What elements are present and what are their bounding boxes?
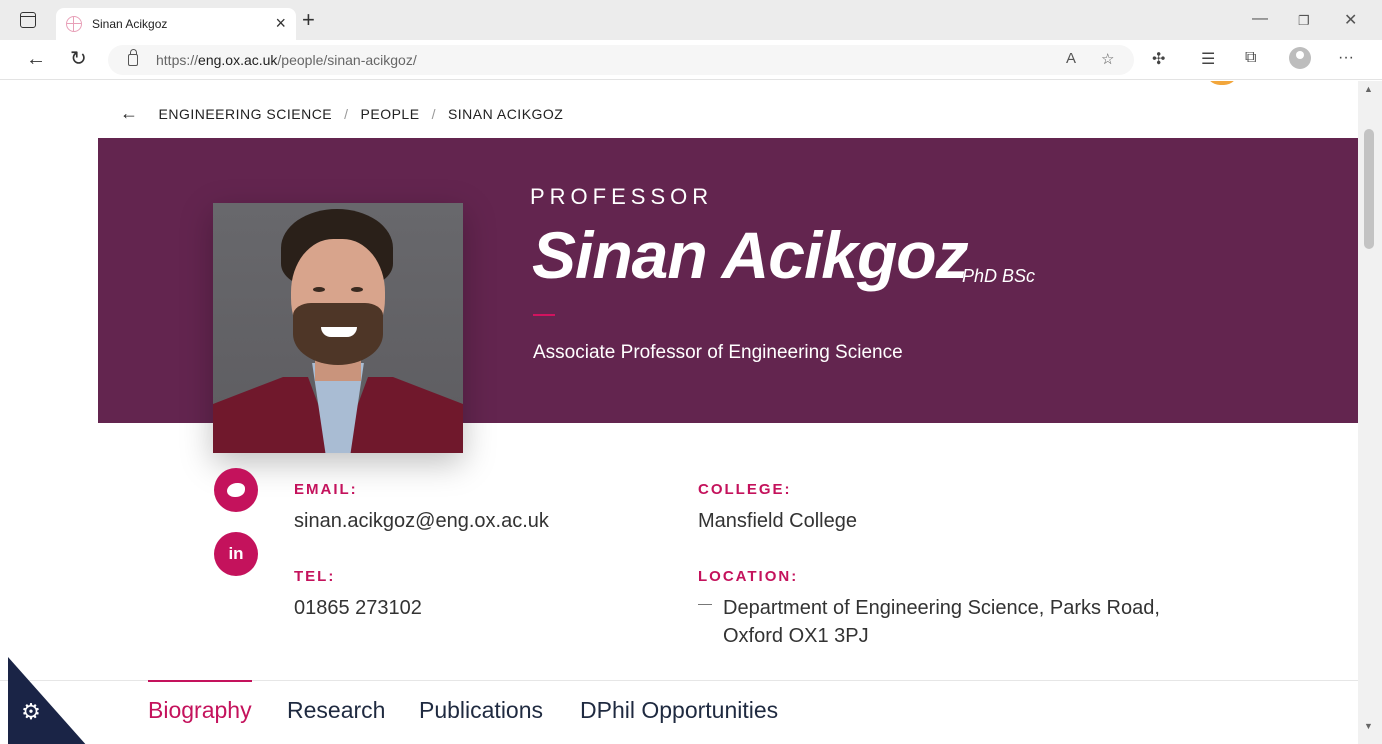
browser-tab-bar: Sinan Acikgoz × + — ❐ ✕ [0,0,1382,40]
back-icon[interactable]: ← [26,48,46,70]
tab-title: Sinan Acikgoz [92,17,168,31]
more-menu-icon[interactable]: ··· [1338,49,1354,67]
scroll-down-icon[interactable]: ▼ [1364,721,1373,731]
oxford-favicon-icon [66,16,82,32]
read-aloud-icon[interactable]: A [1066,50,1076,67]
collections-icon[interactable]: ⧉ [1245,49,1256,67]
scroll-thumb[interactable] [1364,129,1374,249]
professor-label: PROFESSOR [527,184,714,209]
favorite-star-icon[interactable]: ☆ [1101,50,1114,68]
close-window-icon[interactable]: ✕ [1344,10,1357,30]
breadcrumb-engineering-science[interactable]: ENGINEERING SCIENCE [159,106,333,122]
url-host: eng.ox.ac.uk [198,52,278,68]
email-label: EMAIL: [294,481,358,498]
tel-value: 01865 273102 [294,597,422,619]
profile-photo [213,203,463,453]
location-line-1: Department of Engineering Science, Parks… [723,597,1160,619]
browser-toolbar: ← ↻ https://eng.ox.ac.uk/people/sinan-ac… [0,40,1382,80]
location-dash [698,604,712,605]
job-title: Associate Professor of Engineering Scien… [533,342,903,363]
location-label: LOCATION: [698,568,799,585]
tel-label: TEL: [294,568,336,585]
page-viewport: ← ENGINEERING SCIENCE / PEOPLE / SINAN A… [0,81,1358,744]
linkedin-icon: in [228,544,244,563]
tab-publications[interactable]: Publications [419,697,543,724]
cookie-settings-gear-icon[interactable]: ⚙ [18,699,44,725]
address-bar[interactable]: https://eng.ox.ac.uk/people/sinan-acikgo… [108,45,1134,75]
active-tab-indicator [148,680,252,682]
tab-research[interactable]: Research [287,697,385,724]
lock-icon[interactable] [128,49,138,66]
tab-actions-icon[interactable] [20,12,36,28]
person-name: Sinan Acikgoz [532,218,969,292]
degrees: PhD BSc [962,266,1036,286]
url-text[interactable]: https://eng.ox.ac.uk/people/sinan-acikgo… [156,52,417,68]
breadcrumb-separator: / [431,105,436,122]
email-link[interactable]: sinan.acikgoz@eng.ox.ac.uk [294,510,549,533]
extensions-icon[interactable]: ✣ [1152,49,1165,69]
vertical-scrollbar[interactable]: ▲ ▼ [1358,81,1382,744]
breadcrumb-people[interactable]: PEOPLE [361,106,420,122]
college-value: Mansfield College [698,510,857,532]
close-tab-icon[interactable]: × [275,12,286,34]
college-label: COLLEGE: [698,481,792,498]
url-path: /people/sinan-acikgoz/ [277,52,417,68]
restore-icon[interactable]: ❐ [1298,13,1310,29]
new-tab-icon[interactable]: + [302,8,315,32]
favorites-icon[interactable]: ☰ [1201,49,1215,69]
linkedin-button[interactable]: in [214,532,258,576]
breadcrumb-separator: / [344,105,349,122]
browser-tab[interactable]: Sinan Acikgoz × [56,8,296,40]
title-divider [533,314,555,316]
refresh-icon[interactable]: ↻ [70,48,87,70]
profile-avatar[interactable] [1289,47,1311,69]
back-arrow-icon[interactable]: ← [120,103,139,124]
tab-dphil-opportunities[interactable]: DPhil Opportunities [580,697,778,724]
twitter-icon [227,483,245,497]
twitter-button[interactable] [214,468,258,512]
decorative-orange-shape [1206,81,1238,85]
location-line-2: Oxford OX1 3PJ [723,625,869,647]
tab-biography[interactable]: Biography [148,697,252,724]
minimize-icon[interactable]: — [1252,10,1268,28]
url-scheme: https:// [156,52,199,68]
scroll-up-icon[interactable]: ▲ [1364,84,1373,94]
breadcrumb: ← ENGINEERING SCIENCE / PEOPLE / SINAN A… [120,103,563,124]
breadcrumb-current: SINAN ACIKGOZ [447,105,564,122]
